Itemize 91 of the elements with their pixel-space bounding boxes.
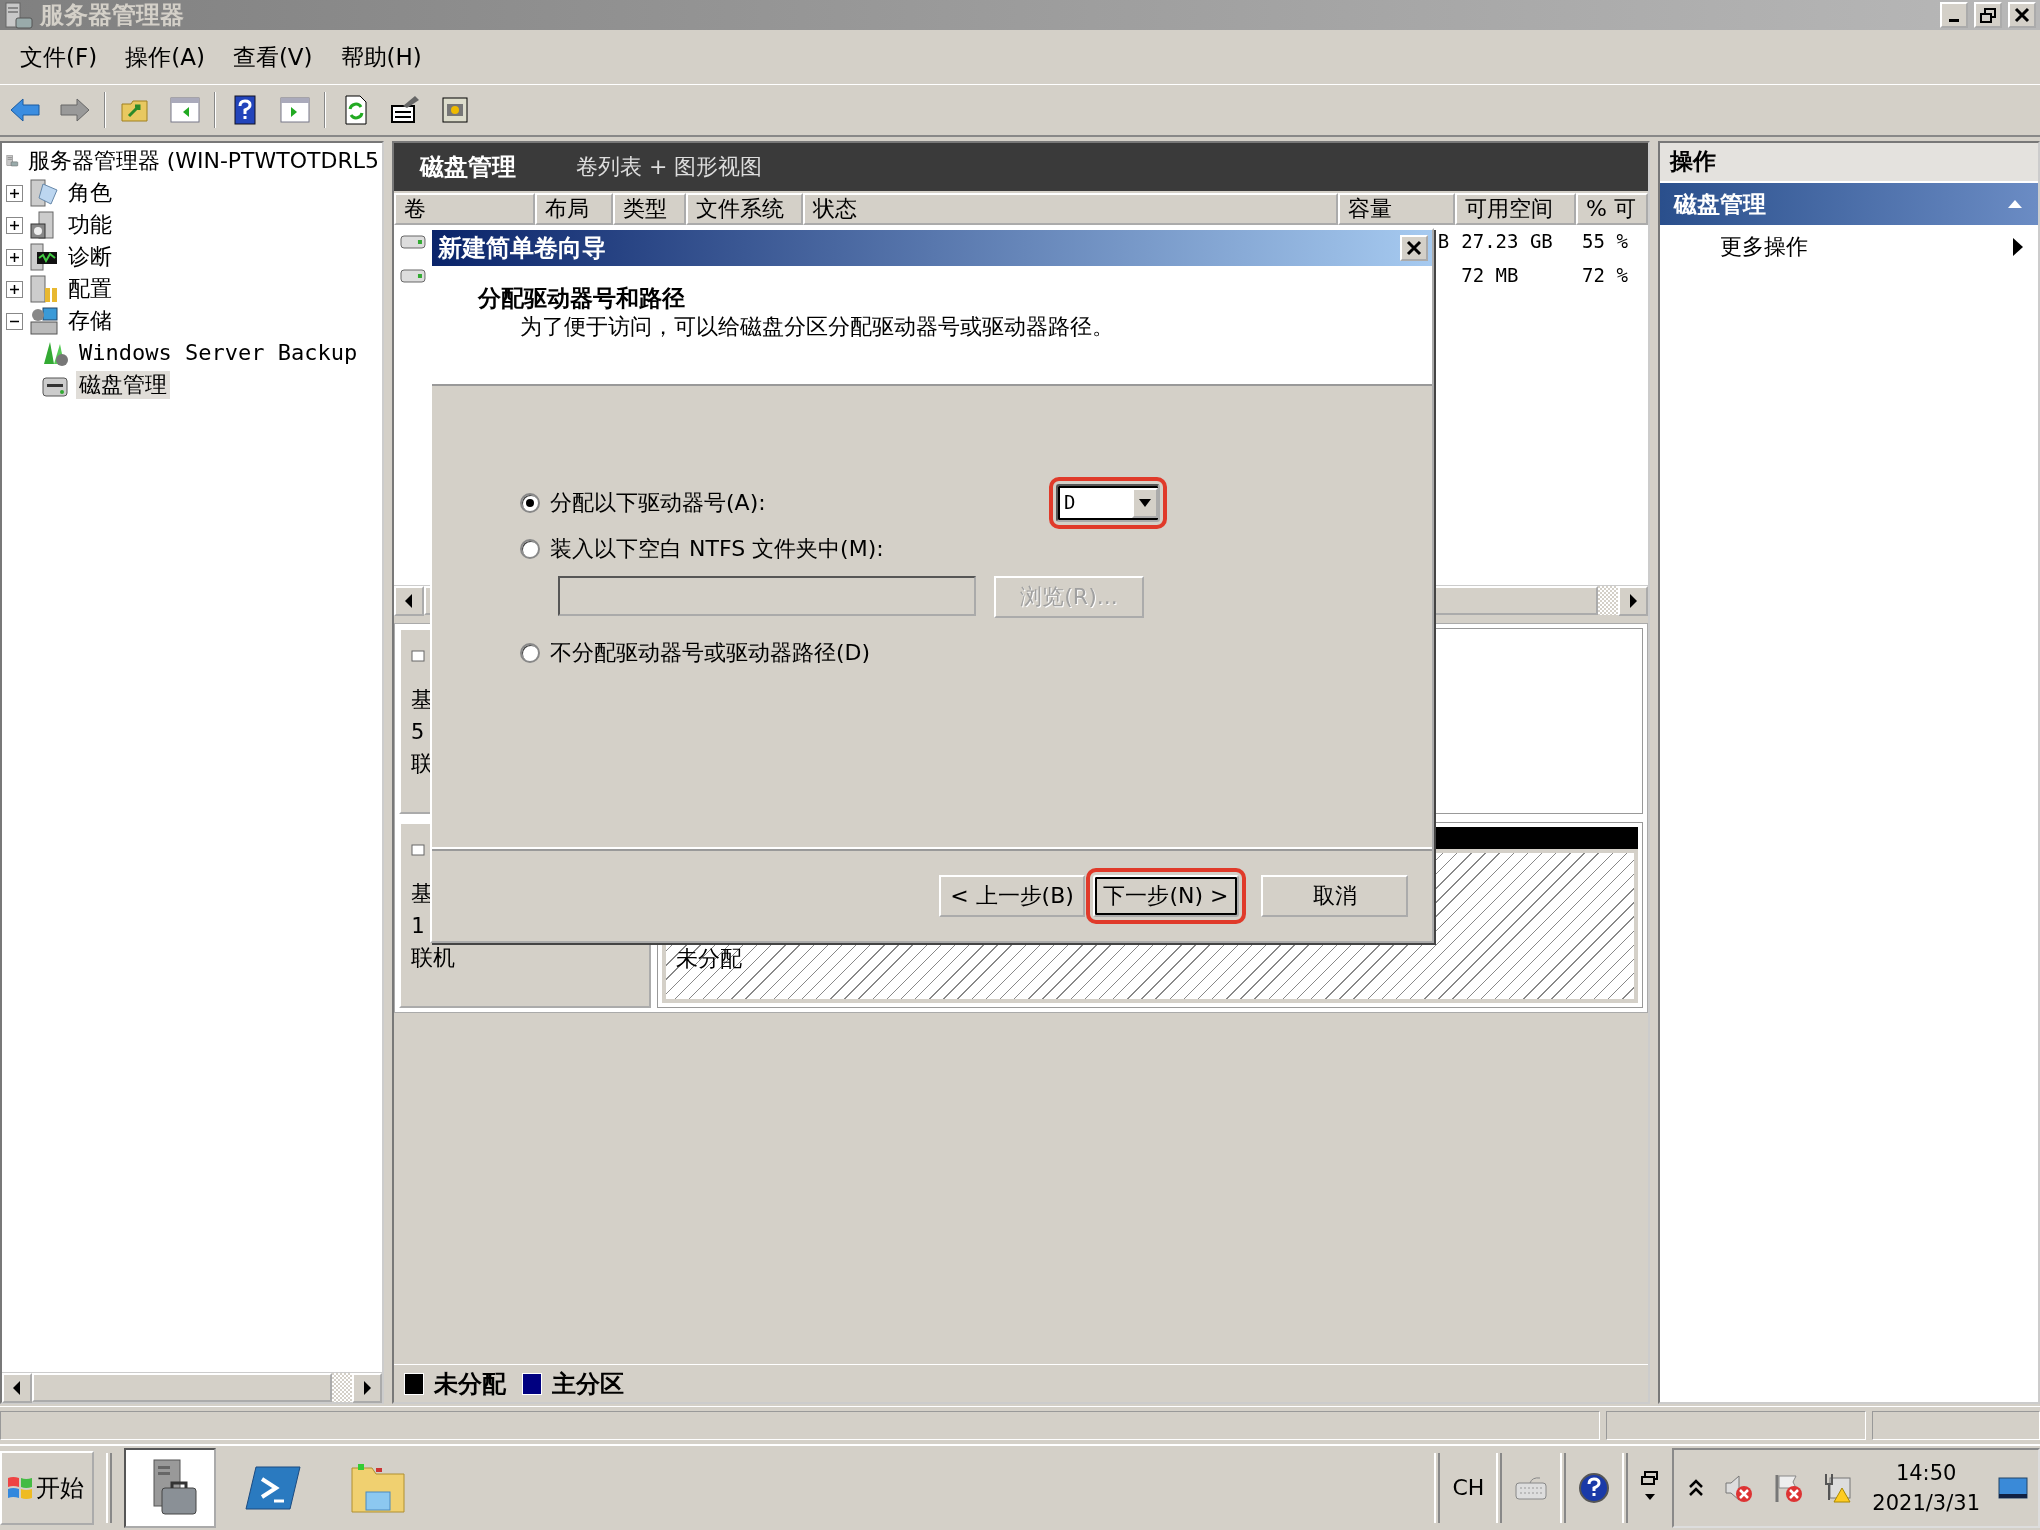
- help-icon[interactable]: [1578, 1472, 1611, 1504]
- close-icon: [2013, 6, 2031, 24]
- disk-info: 联机: [411, 944, 456, 972]
- terminal-icon: [244, 1463, 304, 1513]
- restore-icon: [1979, 6, 1997, 24]
- scrollbar-track[interactable]: [1598, 586, 1618, 615]
- dialog-title: 新建简单卷向导: [438, 233, 606, 263]
- column-header[interactable]: 状态: [803, 193, 1339, 225]
- radio-button[interactable]: [520, 539, 540, 559]
- action-item[interactable]: 更多操作: [1660, 225, 2038, 269]
- partition-label: 未分配: [676, 946, 742, 971]
- volume-icon: [400, 234, 426, 250]
- view-label: 卷列表 + 图形视图: [576, 153, 763, 181]
- collapse-icon: [2006, 198, 2024, 210]
- scroll-right-button[interactable]: [352, 1373, 382, 1403]
- column-header[interactable]: 可用空间: [1455, 193, 1577, 225]
- minimize-icon: [1949, 18, 1959, 22]
- column-header[interactable]: 布局: [534, 193, 613, 225]
- wizard-button[interactable]: < 上一步(B): [939, 875, 1085, 917]
- scroll-right-button[interactable]: [1618, 586, 1648, 616]
- windows-logo-icon: [6, 1474, 34, 1502]
- minimize-button[interactable]: [1940, 2, 1968, 28]
- panel-right-icon: [279, 94, 311, 126]
- server-icon: [29, 178, 59, 208]
- actions-title: 操作: [1660, 143, 2038, 181]
- submenu-arrow-icon: [2012, 237, 2024, 257]
- restore-button[interactable]: [1974, 2, 2002, 28]
- menu-item[interactable]: 操作(A): [111, 42, 219, 72]
- menu-item[interactable]: 查看(V): [218, 42, 327, 72]
- tree-item[interactable]: Windows Server Backup: [76, 339, 361, 367]
- scroll-left-button[interactable]: [2, 1373, 32, 1403]
- column-header[interactable]: 容量: [1338, 193, 1456, 225]
- table-cell: 72 %: [1582, 264, 1628, 287]
- table-cell: 27.23 GB: [1461, 230, 1553, 253]
- option-label[interactable]: 装入以下空白 NTFS 文件夹中(M):: [550, 535, 884, 563]
- disk-tool-icon: [439, 94, 471, 126]
- language-indicator[interactable]: CH: [1452, 1474, 1485, 1502]
- tree-item[interactable]: 角色: [65, 179, 115, 207]
- disk-info: 基: [411, 686, 434, 714]
- wizard-button[interactable]: 取消: [1261, 875, 1408, 917]
- volume-icon: [400, 268, 426, 284]
- chevron-up-icon[interactable]: [1688, 1478, 1705, 1498]
- properties-icon: [389, 94, 421, 126]
- scrollbar-track[interactable]: [332, 1373, 352, 1402]
- storage-icon: [29, 306, 59, 336]
- menu-item[interactable]: 帮助(H): [326, 42, 436, 72]
- dropdown-arrow-icon: [1138, 498, 1152, 508]
- scrollbar-thumb[interactable]: [32, 1373, 332, 1402]
- clock-time: 14:50: [1894, 1460, 1958, 1487]
- disk-info: 联: [411, 750, 434, 778]
- show-desktop-icon[interactable]: [1998, 1476, 2028, 1500]
- dialog-heading: 分配驱动器号和路径: [478, 284, 686, 313]
- close-button[interactable]: [2008, 2, 2036, 28]
- table-cell: 72 MB: [1461, 264, 1519, 287]
- column-header[interactable]: % 可: [1576, 193, 1648, 225]
- legend-label: 主分区: [552, 1368, 624, 1399]
- actions-section-header[interactable]: 磁盘管理: [1660, 183, 2038, 225]
- option-label[interactable]: 分配以下驱动器号(A):: [550, 489, 766, 517]
- disk-info: 5: [411, 718, 426, 746]
- disk-info: 1: [411, 912, 426, 940]
- tree-item[interactable]: 存储: [65, 307, 115, 335]
- close-icon: [1405, 239, 1423, 257]
- server-icon: [29, 274, 59, 304]
- tree-item[interactable]: 诊断: [65, 243, 115, 271]
- table-cell: 55 %: [1582, 230, 1628, 253]
- tree-item[interactable]: 功能: [65, 211, 115, 239]
- server-manager-icon: [4, 1, 34, 29]
- speaker-muted-icon[interactable]: [1722, 1472, 1755, 1504]
- scroll-left-button[interactable]: [394, 586, 424, 616]
- server-icon: [29, 242, 59, 272]
- radio-button[interactable]: [520, 493, 540, 513]
- taskbar-button[interactable]: [124, 1448, 216, 1528]
- table-cell: B: [1437, 230, 1450, 253]
- column-header[interactable]: 卷: [394, 193, 535, 225]
- close-button[interactable]: [1400, 235, 1428, 261]
- clock-date: 2021/3/31: [1872, 1490, 1980, 1517]
- pane-title: 磁盘管理: [420, 152, 516, 182]
- start-button[interactable]: 开始: [0, 1451, 94, 1525]
- tree-item[interactable]: 服务器管理器 (WIN-PTWTOTDRL5: [24, 147, 382, 175]
- menu-item[interactable]: 文件(F): [6, 42, 112, 72]
- option-label[interactable]: 不分配驱动器号或驱动器路径(D): [550, 639, 871, 667]
- column-header[interactable]: 文件系统: [685, 193, 804, 225]
- legend-label: 未分配: [434, 1368, 506, 1399]
- column-header[interactable]: 类型: [612, 193, 686, 225]
- disk-info: 基: [411, 880, 434, 908]
- window-title: 服务器管理器: [40, 0, 184, 30]
- panel-left-icon: [169, 94, 201, 126]
- radio-button[interactable]: [520, 643, 540, 663]
- tree-item[interactable]: 配置: [65, 275, 115, 303]
- dialog-description: 为了便于访问，可以给磁盘分区分配驱动器号或驱动器路径。: [519, 312, 1115, 341]
- tree-item[interactable]: 磁盘管理: [76, 371, 170, 399]
